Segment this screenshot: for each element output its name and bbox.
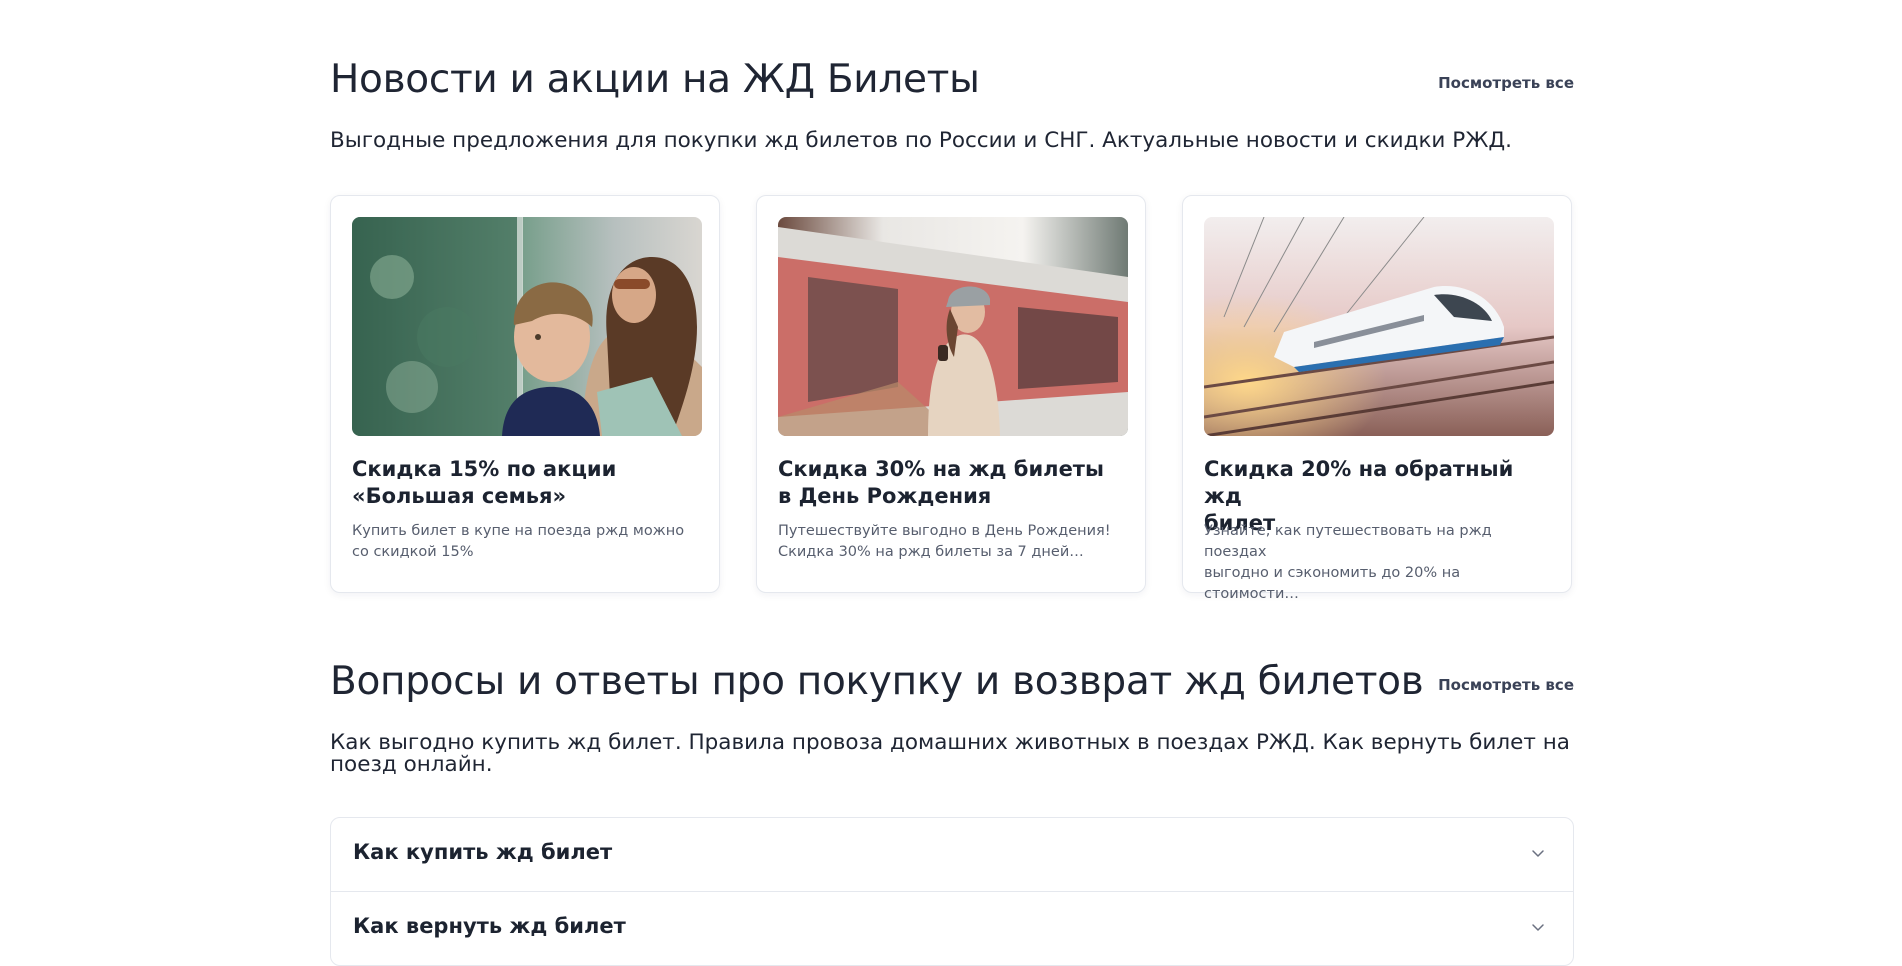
news-cards: Скидка 15% по акции «Большая семья» Купи… [330,195,1574,602]
news-description: Выгодные предложения для покупки жд биле… [330,128,1512,153]
faq-description: Как выгодно купить жд билет. Правила про… [330,730,1570,777]
news-see-all-link[interactable]: Посмотреть все [1438,74,1574,92]
card-text: Путешествуйте выгодно в День Рождения! С… [778,523,1111,560]
faq-list: Как купить жд билет Как вернуть жд билет [330,817,1574,966]
woman-on-platform-photo [778,217,1128,436]
news-header: Новости и акции на ЖД Билеты Посмотреть … [330,57,1574,118]
faq-question: Как вернуть жд билет [353,914,626,938]
card-text: Купить билет в купе на поезда ржд можно … [352,523,685,560]
news-card[interactable]: Скидка 20% на обратный жд билет Узнайте,… [1182,195,1572,602]
chevron-down-icon [1531,920,1545,934]
chevron-down-icon [1531,846,1545,860]
high-speed-train-photo [1204,217,1554,436]
faq-question: Как купить жд билет [353,840,613,864]
faq-see-all-link[interactable]: Посмотреть все [1438,676,1574,694]
family-in-train-photo [352,217,702,436]
news-card[interactable]: Скидка 30% на жд билеты в День Рождения … [756,195,1146,593]
news-card[interactable]: Скидка 15% по акции «Большая семья» Купи… [330,195,720,593]
faq-item[interactable]: Как купить жд билет [331,818,1573,892]
faq-title: Вопросы и ответы про покупку и возврат ж… [330,659,1424,704]
card-title: Скидка 30% на жд билеты в День Рождения [778,457,1104,508]
faq-item[interactable]: Как вернуть жд билет [331,892,1573,965]
card-title: Скидка 15% по акции «Большая семья» [352,457,617,508]
faq-header: Вопросы и ответы про покупку и возврат ж… [330,659,1574,720]
news-title: Новости и акции на ЖД Билеты [330,57,980,102]
news-section: Новости и акции на ЖД Билеты Посмотреть … [330,57,1574,602]
card-text: Узнайте, как путешествовать на ржд поезд… [1204,523,1492,602]
faq-section: Вопросы и ответы про покупку и возврат ж… [330,659,1574,966]
